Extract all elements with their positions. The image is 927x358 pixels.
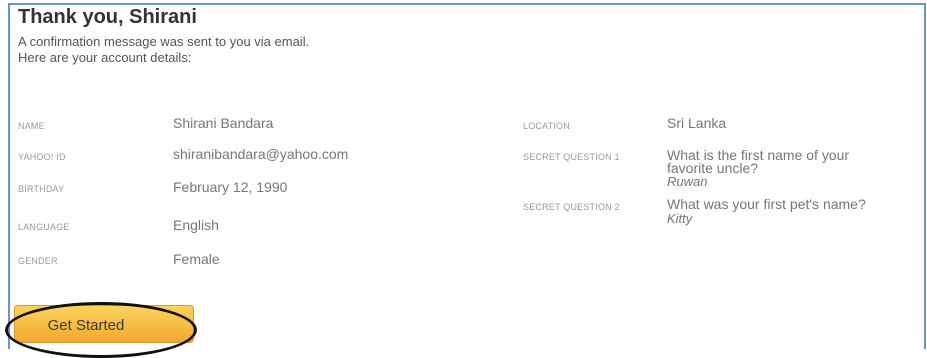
account-details-intro: Here are your account details: [18, 50, 192, 65]
page-title: Thank you, Shirani [18, 6, 197, 28]
secret-question-1-label: SECRET QUESTION 1 [523, 152, 620, 162]
confirmation-message: A confirmation message was sent to you v… [18, 34, 310, 49]
gender-label: GENDER [18, 256, 58, 266]
name-label: NAME [18, 121, 45, 131]
yahoo-id-label: YAHOO! ID [18, 152, 66, 162]
secret-question-1-text-line2: favorite uncle? [667, 160, 759, 176]
location-label: LOCATION [523, 121, 570, 131]
gender-value: Female [173, 251, 220, 267]
birthday-label: BIRTHDAY [18, 184, 65, 194]
secret-question-1-answer: Ruwan [667, 174, 708, 189]
language-label: LANGUAGE [18, 222, 70, 232]
get-started-label: Get Started [47, 317, 125, 334]
language-value: English [173, 217, 219, 233]
secret-question-2-text: What was your first pet's name? [667, 196, 866, 212]
get-started-button[interactable]: Get Started [14, 305, 194, 343]
yahoo-id-value: shiranibandara@yahoo.com [173, 146, 349, 162]
secret-question-2-answer: Kitty [667, 211, 693, 226]
location-value: Sri Lanka [667, 115, 727, 131]
name-value: Shirani Bandara [173, 115, 274, 131]
birthday-value: February 12, 1990 [173, 179, 288, 195]
secret-question-2-label: SECRET QUESTION 2 [523, 202, 620, 212]
